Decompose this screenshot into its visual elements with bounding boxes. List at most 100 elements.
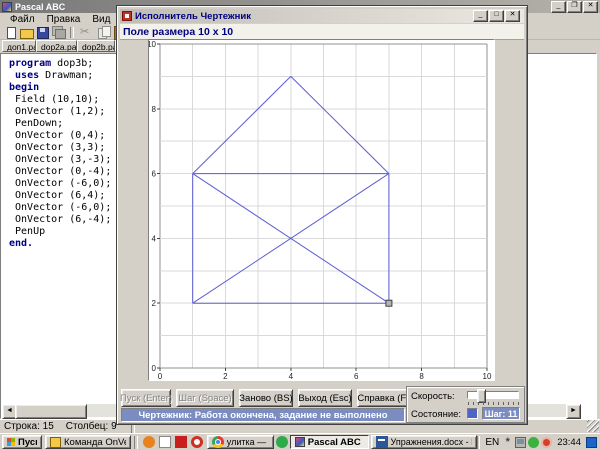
executor-status-message: Чертежник: Работа окончена, задание не в… <box>121 408 405 422</box>
minimize-icon[interactable]: _ <box>551 1 566 13</box>
speed-state-panel: Скорость: Состояние: Шаг: 11 <box>406 386 525 423</box>
state-indicator <box>467 408 478 419</box>
word-icon <box>376 436 388 448</box>
state-label: Состояние: <box>411 409 461 420</box>
chrome-icon <box>212 436 224 448</box>
task-pascal-abc[interactable]: Pascal ABC <box>290 435 369 449</box>
axis-tick-label: 0 <box>158 372 163 380</box>
code-line: begin <box>9 82 111 94</box>
task-command-onvector[interactable]: Команда OnVector <box>45 435 131 449</box>
restore-icon[interactable]: ❐ <box>567 1 582 13</box>
tab-dop1[interactable]: доп1.pas <box>2 40 36 52</box>
pascal-abc-icon <box>2 2 12 12</box>
axis-tick-label: 10 <box>149 40 157 49</box>
taskbar-divider <box>134 436 138 449</box>
axis-tick-label: 0 <box>152 364 157 373</box>
axis-tick-label: 6 <box>354 372 359 380</box>
code-line: OnVector (3,-3); <box>9 154 111 166</box>
status-line: Строка: 15 <box>4 421 54 432</box>
computer-icon[interactable] <box>515 437 526 448</box>
slider-ticks <box>468 402 520 405</box>
menu-view[interactable]: Вид <box>86 14 116 25</box>
alert-icon[interactable] <box>541 437 552 448</box>
code-line: PenDown; <box>9 118 111 130</box>
copy-icon[interactable] <box>96 26 112 39</box>
new-file-icon[interactable] <box>3 26 19 39</box>
axis-tick-label: 2 <box>152 299 157 308</box>
drawing-canvas: 0 2 4 6 8 10 0 2 4 6 8 10 <box>149 40 494 380</box>
minimize-icon[interactable]: _ <box>473 10 488 22</box>
task-word-document[interactable]: Упражнения.docx - M... <box>371 435 477 449</box>
scrollbar-thumb[interactable] <box>15 404 87 419</box>
notes-icon[interactable] <box>159 436 171 448</box>
menu-file[interactable]: Файл <box>4 14 41 25</box>
field-size-bar: Поле размера 10 x 10 <box>120 24 524 40</box>
code-line: PenUp <box>9 226 111 238</box>
axis-tick-label: 4 <box>152 234 157 243</box>
executor-title: Исполнитель Чертежник <box>135 11 251 22</box>
open-file-icon[interactable] <box>19 26 35 39</box>
axis-tick-label: 4 <box>289 372 294 380</box>
scroll-right-icon[interactable]: ► <box>566 404 581 419</box>
tray-divider <box>477 436 481 449</box>
executor-titlebar[interactable]: Исполнитель Чертежник _ □ ✕ <box>120 9 524 23</box>
drawman-icon <box>122 11 132 21</box>
resize-grip[interactable] <box>587 420 599 432</box>
axis-tick-label: 10 <box>483 372 492 380</box>
orange-app-icon[interactable] <box>143 436 155 448</box>
speed-slider-thumb[interactable] <box>477 389 486 403</box>
exit-button[interactable]: Выход (Esc) <box>298 389 352 407</box>
axis-tick-label: 8 <box>152 105 157 114</box>
display-icon[interactable] <box>586 437 597 448</box>
windows-logo-icon <box>7 438 15 446</box>
maximize-icon[interactable]: □ <box>489 10 504 22</box>
code-line: OnVector (3,3); <box>9 142 111 154</box>
start-button[interactable]: Пуск <box>2 435 42 449</box>
green-app-icon[interactable] <box>276 436 288 448</box>
drawing-field: 0 2 4 6 8 10 0 2 4 6 8 10 <box>148 39 495 381</box>
pascal-abc-icon <box>295 437 305 447</box>
code-line: program dop3b; <box>9 58 111 70</box>
language-indicator[interactable]: EN <box>483 437 501 448</box>
code-line: OnVector (0,-4); <box>9 166 111 178</box>
executor-window[interactable]: Исполнитель Чертежник _ □ ✕ Поле размера… <box>116 5 528 425</box>
taskbar: Пуск Команда OnVector улитка — Яндекс: н… <box>0 433 600 450</box>
code-line: OnVector (6,-4); <box>9 214 111 226</box>
opera-icon[interactable] <box>191 436 203 448</box>
close-icon[interactable]: ✕ <box>505 10 520 22</box>
code-area[interactable]: program dop3b; uses Drawman;begin Field … <box>9 58 111 250</box>
executor-controls: Пуск (Enter) Шаг (Space) Заново (BS) Вых… <box>121 389 415 407</box>
task-browser[interactable]: улитка — Яндекс: на... <box>207 435 274 449</box>
field-size-label: Поле размера 10 x 10 <box>120 26 233 38</box>
code-line: OnVector (-6,0); <box>9 202 111 214</box>
main-window-title: Pascal ABC <box>15 2 65 12</box>
speed-slider[interactable] <box>467 391 519 399</box>
code-line: OnVector (-6,0); <box>9 178 111 190</box>
close-icon[interactable]: ✕ <box>583 1 598 13</box>
asterisk-icon[interactable]: * <box>502 437 513 448</box>
code-line: OnVector (6,4); <box>9 190 111 202</box>
tab-dop2a[interactable]: dop2a.pas <box>36 40 77 52</box>
code-line: end. <box>9 238 111 250</box>
drawing-segment <box>193 76 291 173</box>
code-line: Field (10,10); <box>9 94 111 106</box>
run-button[interactable]: Пуск (Enter) <box>121 389 171 407</box>
drawing-segment <box>291 76 389 173</box>
cut-icon[interactable]: ✂ <box>77 26 96 39</box>
save-all-icon[interactable] <box>51 26 67 39</box>
code-line: OnVector (0,4); <box>9 130 111 142</box>
step-counter: Шаг: 11 <box>482 407 520 420</box>
messenger-icon[interactable] <box>528 437 539 448</box>
step-button[interactable]: Шаг (Space) <box>176 389 234 407</box>
axis-tick-label: 6 <box>152 170 157 179</box>
axis-tick-label: 8 <box>419 372 424 380</box>
code-line: uses Drawman; <box>9 70 111 82</box>
menu-edit[interactable]: Правка <box>41 14 87 25</box>
save-icon[interactable] <box>35 26 51 39</box>
status-column: Столбец: 9 <box>66 421 117 432</box>
axis-tick-label: 2 <box>223 372 228 380</box>
restart-button[interactable]: Заново (BS) <box>239 389 293 407</box>
tab-dop2b[interactable]: dop2b.pas <box>77 40 115 52</box>
pen-marker <box>386 300 392 306</box>
acrobat-icon[interactable] <box>175 436 187 448</box>
